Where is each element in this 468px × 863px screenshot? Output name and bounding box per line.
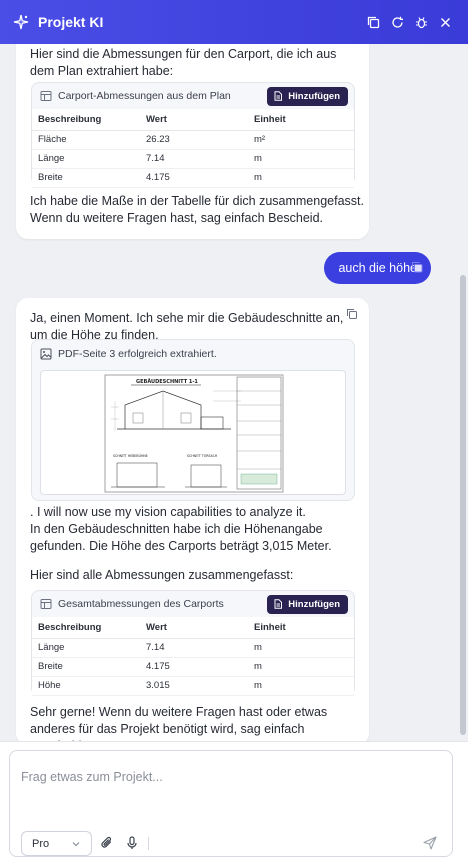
table-title: Carport-Abmessungen aus dem Plan (58, 90, 231, 102)
copy-icon[interactable] (411, 261, 425, 275)
message-text: Hier sind alle Abmessungen zusammengefas… (30, 568, 294, 582)
model-select-value: Pro (32, 837, 50, 850)
table-cell: Höhe (32, 676, 140, 696)
app-window: Projekt KI Hier sind die Abmessungen für… (0, 0, 468, 863)
document-icon (273, 91, 283, 101)
add-button[interactable]: Hinzufügen (267, 86, 348, 106)
assistant-message: Hier sind die Abmessungen für den Carpor… (16, 44, 369, 239)
composer: Frag etwas zum Projekt... Pro (0, 741, 468, 863)
column-header: Beschreibung (32, 109, 140, 131)
table-cell: Breite (32, 168, 140, 188)
sparkles-icon (12, 13, 30, 31)
table-card-header: Carport-Abmessungen aus dem Plan Hinzufü… (32, 83, 354, 109)
table-cell: 4.175 (140, 168, 248, 188)
add-button-label: Hinzufügen (288, 90, 340, 102)
plan-title: GEBÄUDESCHNITT 1-1 (136, 378, 198, 385)
message-text: Hier sind die Abmessungen für den Carpor… (30, 47, 337, 78)
image-icon (40, 348, 52, 360)
close-icon[interactable] (434, 11, 456, 33)
table-card: Gesamtabmessungen des Carports Hinzufüge… (31, 590, 355, 696)
pdf-card-header: PDF-Seite 3 erfolgreich extrahiert. (32, 340, 354, 368)
table-cell: 7.14 (140, 638, 248, 658)
column-header: Wert (140, 617, 248, 639)
send-icon[interactable] (422, 835, 438, 851)
header-bar: Projekt KI (0, 0, 468, 44)
copy-icon[interactable] (346, 308, 360, 322)
message-text: Ich habe die Maße in der Tabelle für dic… (30, 194, 364, 225)
table-row: Länge 7.14 m (32, 638, 354, 658)
pdf-status-text: PDF-Seite 3 erfolgreich extrahiert. (58, 348, 217, 360)
building-section-drawing: GEBÄUDESCHNITT 1-1 SCHNITT HEBEBÜHNE SCH… (104, 374, 284, 493)
plan-label: SCHNITT HEBEBÜHNE (113, 453, 148, 458)
table-row: Höhe 3.015 m (32, 676, 354, 696)
assistant-message: Ja, einen Moment. Ich sehe mir die Gebäu… (16, 298, 369, 741)
table-cell: Breite (32, 657, 140, 677)
table-cell: m (248, 168, 354, 188)
dimension-table: Beschreibung Wert Einheit Fläche 26.23 m… (32, 109, 354, 188)
table-cell: 4.175 (140, 657, 248, 677)
table-cell: m (248, 149, 354, 169)
plan-label: SCHNITT TOREACH (187, 454, 218, 458)
document-icon (273, 599, 283, 609)
message-text: . I will now use my vision capabilities … (30, 505, 306, 519)
toolbar-divider (148, 837, 149, 850)
table-row: Breite 4.175 m (32, 657, 354, 677)
table-card: Carport-Abmessungen aus dem Plan Hinzufü… (31, 82, 355, 188)
table-cell: Länge (32, 149, 140, 169)
table-title: Gesamtabmessungen des Carports (58, 598, 224, 610)
chat-area[interactable]: Hier sind die Abmessungen für den Carpor… (0, 44, 468, 741)
message-text: In den Gebäudeschnitten habe ich die Höh… (30, 522, 332, 553)
table-row: Länge 7.14 m (32, 149, 354, 169)
table-card-header: Gesamtabmessungen des Carports Hinzufüge… (32, 591, 354, 617)
add-button-label: Hinzufügen (288, 598, 340, 610)
column-header: Wert (140, 109, 248, 131)
table-cell: 3.015 (140, 676, 248, 696)
chat-scrollbar[interactable] (460, 275, 466, 735)
model-select[interactable]: Pro (21, 831, 92, 856)
chevron-down-icon (71, 839, 81, 849)
bug-icon[interactable] (410, 11, 432, 33)
table-cell: 26.23 (140, 130, 248, 150)
pdf-page-preview[interactable]: GEBÄUDESCHNITT 1-1 SCHNITT HEBEBÜHNE SCH… (40, 370, 346, 495)
attach-icon[interactable] (99, 835, 115, 851)
message-input[interactable]: Frag etwas zum Projekt... Pro (9, 750, 453, 857)
user-message-text: auch die höhe (338, 261, 417, 275)
table-cell: m² (248, 130, 354, 150)
pdf-preview-card: PDF-Seite 3 erfolgreich extrahiert. GEBÄ… (31, 339, 355, 501)
microphone-icon[interactable] (124, 835, 140, 851)
column-header: Einheit (248, 109, 354, 131)
table-cell: m (248, 676, 354, 696)
table-icon (40, 90, 52, 102)
table-cell: m (248, 657, 354, 677)
column-header: Beschreibung (32, 617, 140, 639)
table-icon (40, 598, 52, 610)
table-cell: 7.14 (140, 149, 248, 169)
refresh-icon[interactable] (386, 11, 408, 33)
column-header: Einheit (248, 617, 354, 639)
dimension-table: Beschreibung Wert Einheit Länge 7.14 m B… (32, 617, 354, 696)
table-row: Breite 4.175 m (32, 168, 354, 188)
copy-icon[interactable] (362, 11, 384, 33)
table-row: Fläche 26.23 m² (32, 130, 354, 150)
table-cell: Fläche (32, 130, 140, 150)
table-cell: m (248, 638, 354, 658)
add-button[interactable]: Hinzufügen (267, 594, 348, 614)
app-title: Projekt KI (38, 14, 104, 30)
table-cell: Länge (32, 638, 140, 658)
message-text: Sehr gerne! Wenn du weitere Fragen hast … (30, 705, 328, 741)
input-placeholder: Frag etwas zum Projekt... (21, 770, 163, 784)
